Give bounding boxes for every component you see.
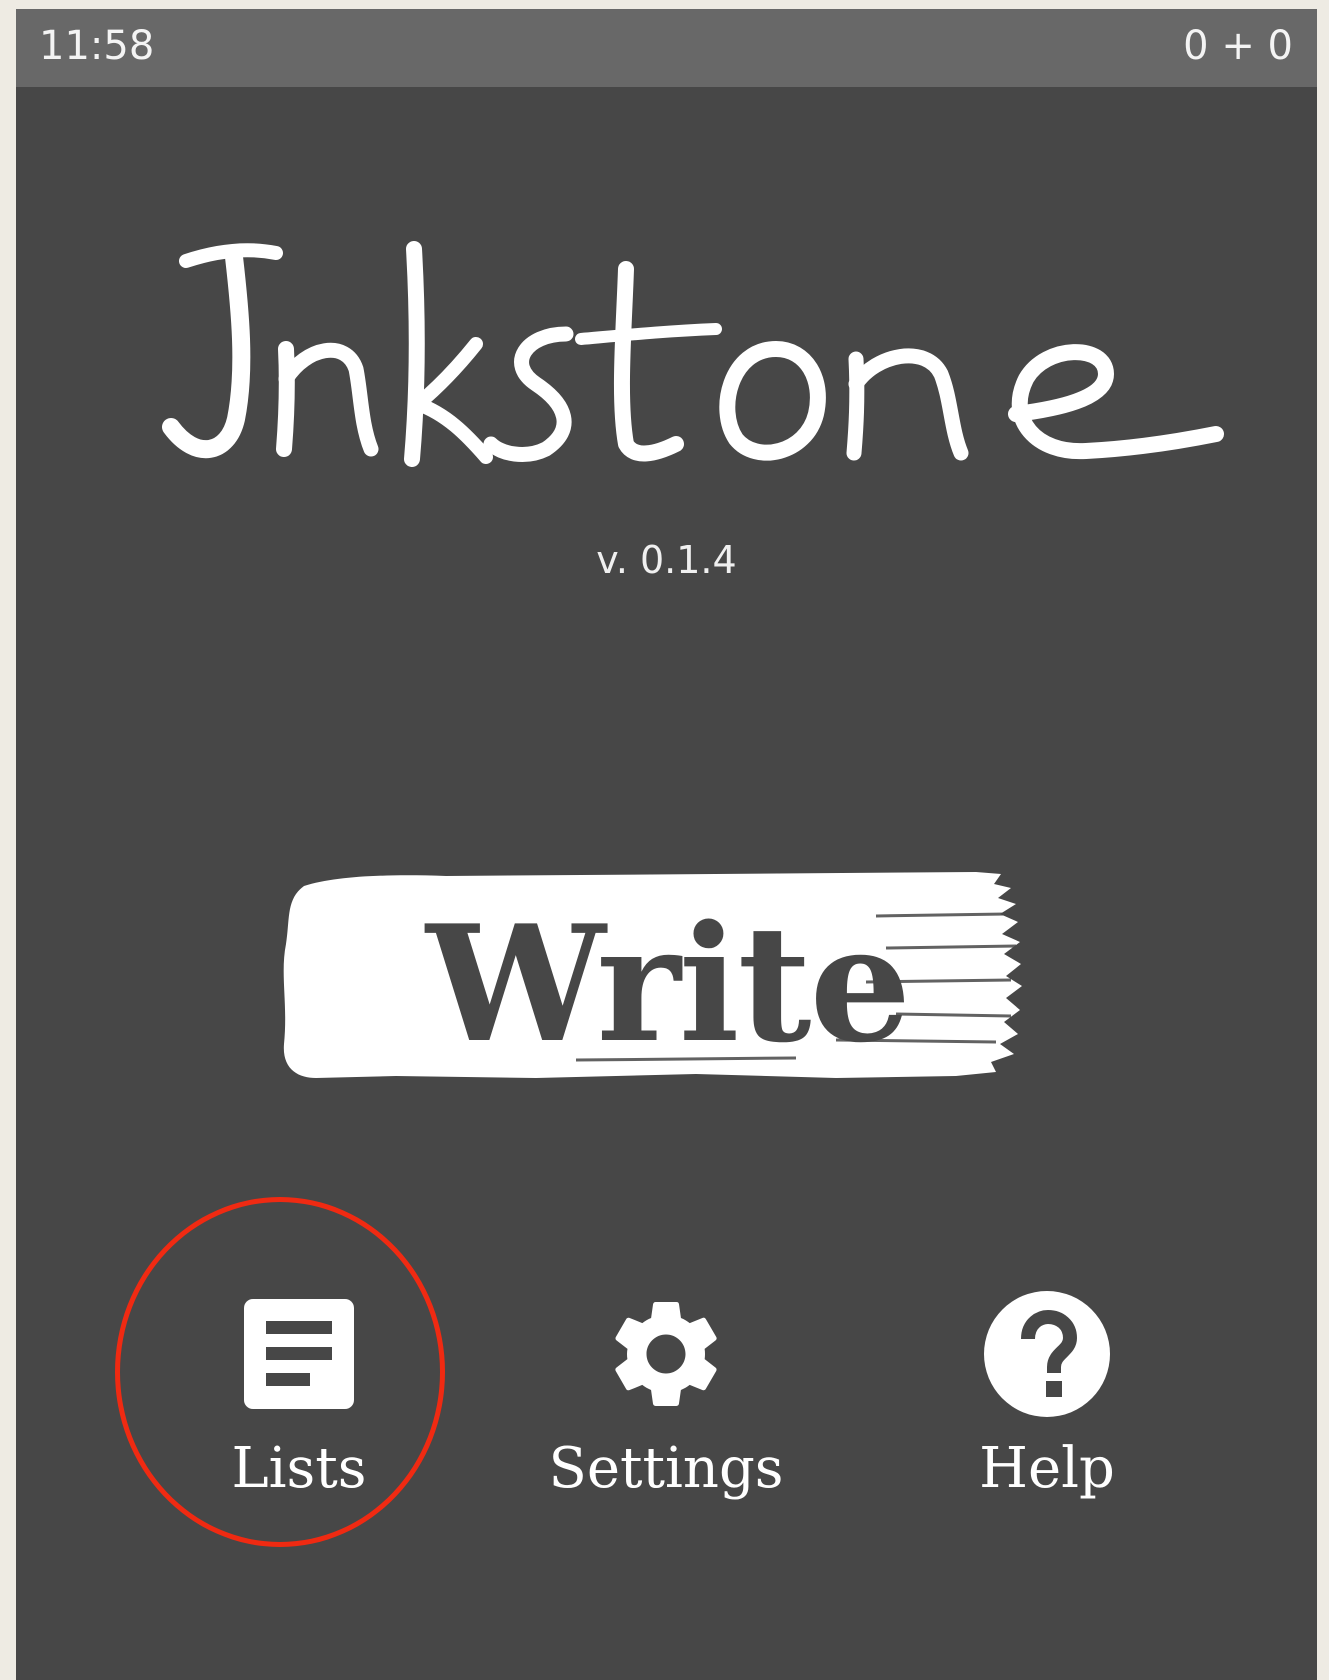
- settings-label: Settings: [548, 1436, 784, 1501]
- write-button[interactable]: Write: [276, 864, 1106, 1104]
- settings-button[interactable]: Settings: [516, 1279, 816, 1529]
- status-counter: 0 + 0: [1183, 23, 1293, 69]
- status-time: 11:58: [39, 23, 155, 69]
- app-version: v. 0.1.4: [596, 538, 737, 582]
- help-icon: [984, 1291, 1110, 1417]
- status-bar: 11:58 0 + 0: [16, 9, 1317, 87]
- app-screen: 11:58 0 + 0 v. 0.1.4 Write Lists Setting…: [16, 9, 1317, 1680]
- help-label: Help: [979, 1436, 1115, 1501]
- gear-icon: [615, 1302, 717, 1406]
- list-icon: [244, 1299, 354, 1409]
- help-button[interactable]: Help: [897, 1279, 1197, 1529]
- lists-label: Lists: [231, 1436, 367, 1501]
- app-logo: [162, 241, 1224, 467]
- write-label: Write: [426, 890, 911, 1078]
- lists-button[interactable]: Lists: [149, 1279, 449, 1529]
